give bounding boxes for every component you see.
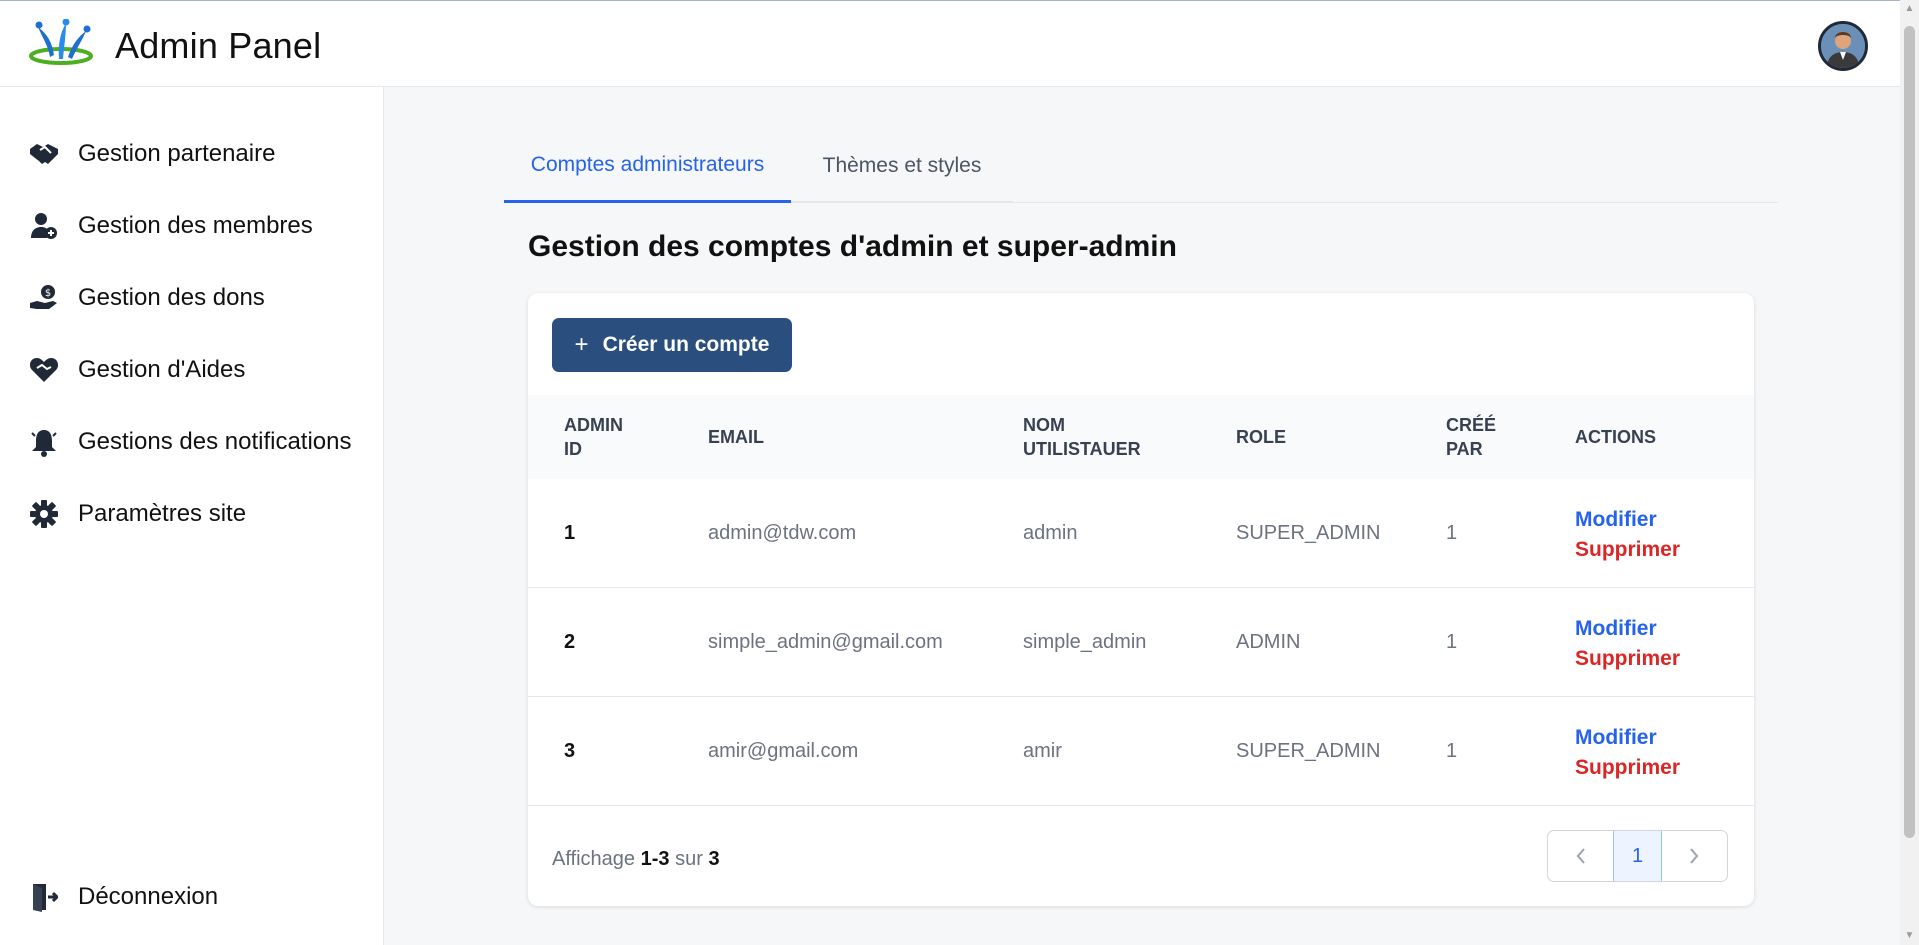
cell-username: amir: [1023, 740, 1062, 762]
sidebar-item-label: Gestions des notifications: [78, 428, 352, 455]
tab-bar: Comptes administrateurs Thèmes et styles: [504, 130, 1778, 203]
pagination-total: 3: [708, 848, 720, 870]
chevron-right-icon[interactable]: [1662, 831, 1727, 881]
column-header-role: ROLE: [1236, 427, 1287, 447]
pagination-info: Affichage 1-3 sur 3: [552, 848, 720, 871]
cell-admin-id: 1: [564, 522, 576, 544]
cell-username: simple_admin: [1023, 631, 1147, 653]
page-title: Gestion des comptes d'admin et super-adm…: [528, 230, 1177, 263]
pagination-range-start: 1: [640, 848, 652, 870]
row-actions: Modifier Supprimer: [1575, 723, 1680, 783]
sidebar-item-label: Gestion des dons: [78, 284, 265, 311]
sidebar-item-notifications[interactable]: Gestions des notifications: [28, 422, 351, 462]
column-header-username: NOM UTILISTAUER: [1023, 415, 1141, 459]
pagination-controls: 1: [1547, 830, 1728, 882]
logo-icon[interactable]: [28, 18, 98, 69]
pagination-of: sur: [675, 848, 703, 870]
page-button-current[interactable]: 1: [1613, 831, 1662, 881]
table-row: 3 amir@gmail.com amir SUPER_ADMIN 1 Modi…: [528, 697, 1754, 806]
cell-username: admin: [1023, 522, 1078, 544]
column-header-created-by: CRÉÉ PAR: [1446, 415, 1497, 459]
logout-label: Déconnexion: [78, 883, 219, 910]
edit-link[interactable]: Modifier: [1575, 505, 1680, 535]
cell-admin-id: 2: [564, 631, 576, 653]
sidebar-item-partners[interactable]: Gestion partenaire: [28, 134, 275, 174]
column-header-email: EMAIL: [708, 427, 764, 447]
donation-hand-icon: $: [28, 282, 60, 314]
cell-admin-id: 3: [564, 740, 576, 762]
delete-link[interactable]: Supprimer: [1575, 753, 1680, 783]
sidebar-item-label: Paramètres site: [78, 500, 247, 527]
scroll-down-icon[interactable]: ▼: [1904, 931, 1915, 941]
cell-created-by: 1: [1446, 631, 1458, 653]
cell-role: SUPER_ADMIN: [1236, 740, 1381, 762]
table-row: 1 admin@tdw.com admin SUPER_ADMIN 1 Modi…: [528, 479, 1754, 588]
row-actions: Modifier Supprimer: [1575, 505, 1680, 565]
bell-icon: [28, 426, 60, 458]
cell-created-by: 1: [1446, 740, 1458, 762]
tab-themes-styles[interactable]: Thèmes et styles: [791, 130, 1013, 203]
cell-role: SUPER_ADMIN: [1236, 522, 1381, 544]
sidebar: Gestion partenaire Gestion des membres $…: [0, 87, 384, 945]
sidebar-item-aids[interactable]: Gestion d'Aides: [28, 350, 245, 390]
cell-role: ADMIN: [1236, 631, 1301, 653]
page-scrollbar[interactable]: ▲ ▼: [1900, 0, 1919, 945]
table-row: 2 simple_admin@gmail.com simple_admin AD…: [528, 588, 1754, 697]
top-header: Admin Panel: [0, 0, 1900, 87]
edit-link[interactable]: Modifier: [1575, 614, 1680, 644]
table-header: ADMIN ID EMAIL NOM UTILISTAUER ROLE CRÉÉ…: [528, 395, 1754, 479]
scrollbar-thumb[interactable]: [1904, 26, 1915, 838]
admin-accounts-card: + Créer un compte ADMIN ID EMAIL NOM UTI…: [528, 293, 1754, 906]
svg-text:$: $: [45, 288, 51, 299]
row-actions: Modifier Supprimer: [1575, 614, 1680, 674]
delete-link[interactable]: Supprimer: [1575, 535, 1680, 565]
cell-created-by: 1: [1446, 522, 1458, 544]
column-header-actions: ACTIONS: [1575, 427, 1656, 447]
create-account-button[interactable]: + Créer un compte: [552, 318, 792, 372]
plus-icon: +: [574, 331, 589, 358]
column-header-admin-id: ADMIN ID: [564, 415, 623, 459]
gear-icon: [28, 498, 60, 530]
pagination-prefix: Affichage: [552, 848, 636, 870]
cell-email: admin@tdw.com: [708, 522, 857, 544]
logout-door-icon: [28, 881, 60, 913]
sidebar-item-donations[interactable]: $ Gestion des dons: [28, 278, 265, 318]
tab-admin-accounts[interactable]: Comptes administrateurs: [504, 130, 791, 203]
user-plus-icon: [28, 210, 60, 242]
pagination-range-end: 3: [658, 848, 670, 870]
handshake-icon: [28, 138, 60, 170]
chevron-left-icon[interactable]: [1548, 831, 1613, 881]
logout-button[interactable]: Déconnexion: [28, 877, 218, 917]
sidebar-item-label: Gestion d'Aides: [78, 356, 246, 383]
delete-link[interactable]: Supprimer: [1575, 644, 1680, 674]
scroll-up-icon[interactable]: ▲: [1904, 4, 1915, 14]
sidebar-item-settings[interactable]: Paramètres site: [28, 494, 246, 534]
edit-link[interactable]: Modifier: [1575, 723, 1680, 753]
sidebar-item-label: Gestion partenaire: [78, 140, 276, 167]
sidebar-item-members[interactable]: Gestion des membres: [28, 206, 313, 246]
sidebar-item-label: Gestion des membres: [78, 212, 313, 239]
cell-email: simple_admin@gmail.com: [708, 631, 943, 653]
user-avatar[interactable]: [1818, 21, 1868, 71]
heart-handshake-icon: [28, 354, 60, 386]
create-account-label: Créer un compte: [602, 333, 770, 356]
app-title: Admin Panel: [115, 25, 322, 66]
cell-email: amir@gmail.com: [708, 740, 859, 762]
